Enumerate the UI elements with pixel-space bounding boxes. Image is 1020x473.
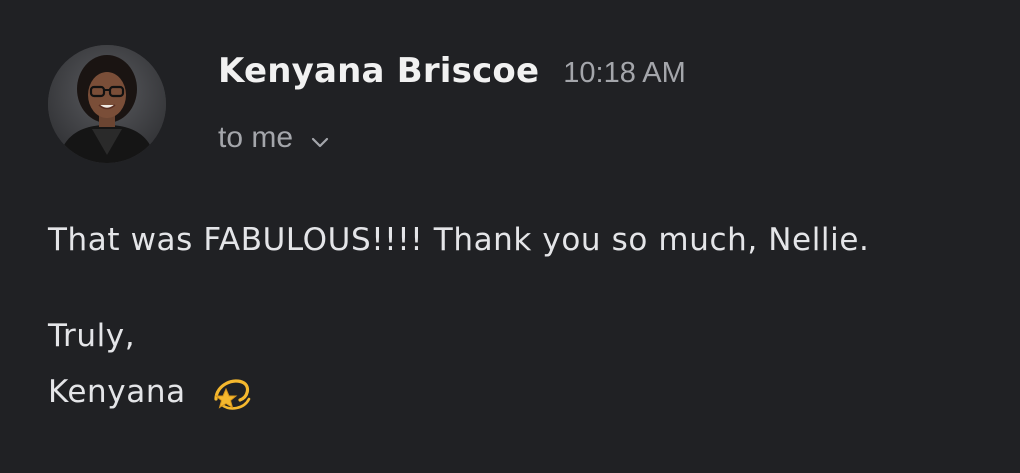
avatar-photo-icon	[48, 45, 166, 163]
sender-avatar[interactable]	[48, 45, 166, 163]
chevron-down-icon[interactable]	[311, 134, 329, 148]
message-line: That was FABULOUS!!!! Thank you so much,…	[48, 222, 870, 258]
email-header: Kenyana Briscoe 10:18 AM to me	[48, 45, 988, 165]
message-closing: Truly,	[48, 318, 136, 354]
timestamp: 10:18 AM	[563, 57, 686, 89]
recipient-label: to me	[218, 121, 294, 154]
sender-name[interactable]: Kenyana Briscoe	[218, 51, 539, 91]
signature-name: Kenyana	[48, 374, 186, 410]
dizzy-star-icon	[208, 369, 254, 415]
sender-line: Kenyana Briscoe 10:18 AM	[218, 51, 686, 91]
message-signature-line: Kenyana	[48, 372, 254, 412]
recipient-details-toggle[interactable]: to me	[218, 121, 329, 155]
